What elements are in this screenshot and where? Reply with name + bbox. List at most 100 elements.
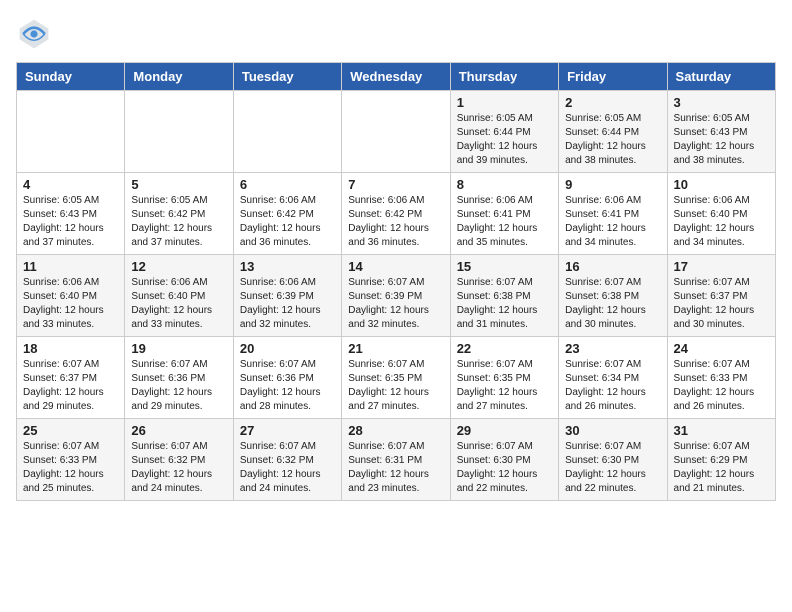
calendar-cell: 29 Sunrise: 6:07 AM Sunset: 6:30 PM Dayli… bbox=[450, 419, 558, 501]
calendar-cell: 14 Sunrise: 6:07 AM Sunset: 6:39 PM Dayli… bbox=[342, 255, 450, 337]
calendar-cell bbox=[125, 91, 233, 173]
calendar-cell: 13 Sunrise: 6:06 AM Sunset: 6:39 PM Dayli… bbox=[233, 255, 341, 337]
calendar-cell: 10 Sunrise: 6:06 AM Sunset: 6:40 PM Dayli… bbox=[667, 173, 775, 255]
calendar-cell: 1 Sunrise: 6:05 AM Sunset: 6:44 PM Daylig… bbox=[450, 91, 558, 173]
day-number: 19 bbox=[131, 341, 226, 356]
day-number: 26 bbox=[131, 423, 226, 438]
day-info: Sunrise: 6:07 AM Sunset: 6:31 PM Dayligh… bbox=[348, 440, 443, 496]
day-info: Sunrise: 6:07 AM Sunset: 6:32 PM Dayligh… bbox=[131, 440, 226, 496]
calendar-cell: 24 Sunrise: 6:07 AM Sunset: 6:33 PM Dayli… bbox=[667, 337, 775, 419]
day-info: Sunrise: 6:05 AM Sunset: 6:44 PM Dayligh… bbox=[565, 112, 660, 168]
calendar-header-row: SundayMondayTuesdayWednesdayThursdayFrid… bbox=[17, 63, 776, 91]
calendar-header-saturday: Saturday bbox=[667, 63, 775, 91]
day-info: Sunrise: 6:07 AM Sunset: 6:35 PM Dayligh… bbox=[457, 358, 552, 414]
calendar-header-sunday: Sunday bbox=[17, 63, 125, 91]
day-number: 21 bbox=[348, 341, 443, 356]
calendar-header-thursday: Thursday bbox=[450, 63, 558, 91]
day-number: 17 bbox=[674, 259, 769, 274]
day-number: 10 bbox=[674, 177, 769, 192]
calendar-cell: 21 Sunrise: 6:07 AM Sunset: 6:35 PM Dayli… bbox=[342, 337, 450, 419]
calendar-cell: 4Sunrise: 6:05 AM Sunset: 6:43 PM Daylig… bbox=[17, 173, 125, 255]
day-info: Sunrise: 6:05 AM Sunset: 6:44 PM Dayligh… bbox=[457, 112, 552, 168]
calendar-cell: 20 Sunrise: 6:07 AM Sunset: 6:36 PM Dayli… bbox=[233, 337, 341, 419]
day-number: 7 bbox=[348, 177, 443, 192]
day-info: Sunrise: 6:07 AM Sunset: 6:32 PM Dayligh… bbox=[240, 440, 335, 496]
calendar-week-5: 25 Sunrise: 6:07 AM Sunset: 6:33 PM Dayli… bbox=[17, 419, 776, 501]
calendar-header-wednesday: Wednesday bbox=[342, 63, 450, 91]
calendar-cell: 30Sunrise: 6:07 AM Sunset: 6:30 PM Dayli… bbox=[559, 419, 667, 501]
day-info: Sunrise: 6:07 AM Sunset: 6:35 PM Dayligh… bbox=[348, 358, 443, 414]
day-info: Sunrise: 6:06 AM Sunset: 6:42 PM Dayligh… bbox=[348, 194, 443, 250]
day-info: Sunrise: 6:07 AM Sunset: 6:38 PM Dayligh… bbox=[565, 276, 660, 332]
calendar-body: 1 Sunrise: 6:05 AM Sunset: 6:44 PM Daylig… bbox=[17, 91, 776, 501]
day-info: Sunrise: 6:07 AM Sunset: 6:33 PM Dayligh… bbox=[23, 440, 118, 496]
day-number: 6 bbox=[240, 177, 335, 192]
day-number: 11 bbox=[23, 259, 118, 274]
day-number: 3 bbox=[674, 95, 769, 110]
day-info: Sunrise: 6:06 AM Sunset: 6:42 PM Dayligh… bbox=[240, 194, 335, 250]
calendar-week-2: 4Sunrise: 6:05 AM Sunset: 6:43 PM Daylig… bbox=[17, 173, 776, 255]
day-number: 12 bbox=[131, 259, 226, 274]
calendar-cell: 2 Sunrise: 6:05 AM Sunset: 6:44 PM Daylig… bbox=[559, 91, 667, 173]
day-number: 1 bbox=[457, 95, 552, 110]
day-info: Sunrise: 6:06 AM Sunset: 6:41 PM Dayligh… bbox=[565, 194, 660, 250]
calendar-cell: 31Sunrise: 6:07 AM Sunset: 6:29 PM Dayli… bbox=[667, 419, 775, 501]
day-info: Sunrise: 6:07 AM Sunset: 6:37 PM Dayligh… bbox=[23, 358, 118, 414]
calendar-cell: 28 Sunrise: 6:07 AM Sunset: 6:31 PM Dayli… bbox=[342, 419, 450, 501]
day-info: Sunrise: 6:05 AM Sunset: 6:43 PM Dayligh… bbox=[674, 112, 769, 168]
day-number: 9 bbox=[565, 177, 660, 192]
day-info: Sunrise: 6:07 AM Sunset: 6:29 PM Dayligh… bbox=[674, 440, 769, 496]
logo-icon bbox=[16, 16, 52, 52]
day-number: 5 bbox=[131, 177, 226, 192]
calendar-cell: 18 Sunrise: 6:07 AM Sunset: 6:37 PM Dayli… bbox=[17, 337, 125, 419]
calendar-header-friday: Friday bbox=[559, 63, 667, 91]
day-info: Sunrise: 6:07 AM Sunset: 6:36 PM Dayligh… bbox=[131, 358, 226, 414]
page-header bbox=[16, 16, 776, 52]
day-info: Sunrise: 6:07 AM Sunset: 6:30 PM Dayligh… bbox=[457, 440, 552, 496]
day-number: 29 bbox=[457, 423, 552, 438]
day-number: 20 bbox=[240, 341, 335, 356]
day-number: 25 bbox=[23, 423, 118, 438]
calendar-cell: 19 Sunrise: 6:07 AM Sunset: 6:36 PM Dayli… bbox=[125, 337, 233, 419]
calendar-table: SundayMondayTuesdayWednesdayThursdayFrid… bbox=[16, 62, 776, 501]
day-info: Sunrise: 6:07 AM Sunset: 6:37 PM Dayligh… bbox=[674, 276, 769, 332]
calendar-week-1: 1 Sunrise: 6:05 AM Sunset: 6:44 PM Daylig… bbox=[17, 91, 776, 173]
day-number: 13 bbox=[240, 259, 335, 274]
day-info: Sunrise: 6:07 AM Sunset: 6:38 PM Dayligh… bbox=[457, 276, 552, 332]
day-info: Sunrise: 6:06 AM Sunset: 6:40 PM Dayligh… bbox=[674, 194, 769, 250]
day-number: 28 bbox=[348, 423, 443, 438]
calendar-cell: 6 Sunrise: 6:06 AM Sunset: 6:42 PM Daylig… bbox=[233, 173, 341, 255]
day-number: 22 bbox=[457, 341, 552, 356]
day-info: Sunrise: 6:07 AM Sunset: 6:34 PM Dayligh… bbox=[565, 358, 660, 414]
day-info: Sunrise: 6:06 AM Sunset: 6:40 PM Dayligh… bbox=[131, 276, 226, 332]
day-info: Sunrise: 6:07 AM Sunset: 6:39 PM Dayligh… bbox=[348, 276, 443, 332]
calendar-week-3: 11 Sunrise: 6:06 AM Sunset: 6:40 PM Dayli… bbox=[17, 255, 776, 337]
calendar-week-4: 18 Sunrise: 6:07 AM Sunset: 6:37 PM Dayli… bbox=[17, 337, 776, 419]
day-info: Sunrise: 6:07 AM Sunset: 6:33 PM Dayligh… bbox=[674, 358, 769, 414]
calendar-cell: 3 Sunrise: 6:05 AM Sunset: 6:43 PM Daylig… bbox=[667, 91, 775, 173]
day-info: Sunrise: 6:06 AM Sunset: 6:40 PM Dayligh… bbox=[23, 276, 118, 332]
day-number: 23 bbox=[565, 341, 660, 356]
day-number: 14 bbox=[348, 259, 443, 274]
calendar-cell: 11 Sunrise: 6:06 AM Sunset: 6:40 PM Dayli… bbox=[17, 255, 125, 337]
calendar-cell: 25 Sunrise: 6:07 AM Sunset: 6:33 PM Dayli… bbox=[17, 419, 125, 501]
day-number: 2 bbox=[565, 95, 660, 110]
calendar-cell: 7 Sunrise: 6:06 AM Sunset: 6:42 PM Daylig… bbox=[342, 173, 450, 255]
calendar-header-monday: Monday bbox=[125, 63, 233, 91]
calendar-cell: 22 Sunrise: 6:07 AM Sunset: 6:35 PM Dayli… bbox=[450, 337, 558, 419]
calendar-cell: 15Sunrise: 6:07 AM Sunset: 6:38 PM Dayli… bbox=[450, 255, 558, 337]
calendar-cell: 27 Sunrise: 6:07 AM Sunset: 6:32 PM Dayli… bbox=[233, 419, 341, 501]
calendar-cell: 12 Sunrise: 6:06 AM Sunset: 6:40 PM Dayli… bbox=[125, 255, 233, 337]
day-info: Sunrise: 6:07 AM Sunset: 6:36 PM Dayligh… bbox=[240, 358, 335, 414]
day-number: 18 bbox=[23, 341, 118, 356]
day-info: Sunrise: 6:06 AM Sunset: 6:39 PM Dayligh… bbox=[240, 276, 335, 332]
calendar-cell bbox=[17, 91, 125, 173]
day-info: Sunrise: 6:05 AM Sunset: 6:43 PM Dayligh… bbox=[23, 194, 118, 250]
day-number: 16 bbox=[565, 259, 660, 274]
day-number: 30 bbox=[565, 423, 660, 438]
day-info: Sunrise: 6:06 AM Sunset: 6:41 PM Dayligh… bbox=[457, 194, 552, 250]
calendar-cell: 17 Sunrise: 6:07 AM Sunset: 6:37 PM Dayli… bbox=[667, 255, 775, 337]
day-number: 24 bbox=[674, 341, 769, 356]
day-number: 27 bbox=[240, 423, 335, 438]
calendar-cell: 23 Sunrise: 6:07 AM Sunset: 6:34 PM Dayli… bbox=[559, 337, 667, 419]
